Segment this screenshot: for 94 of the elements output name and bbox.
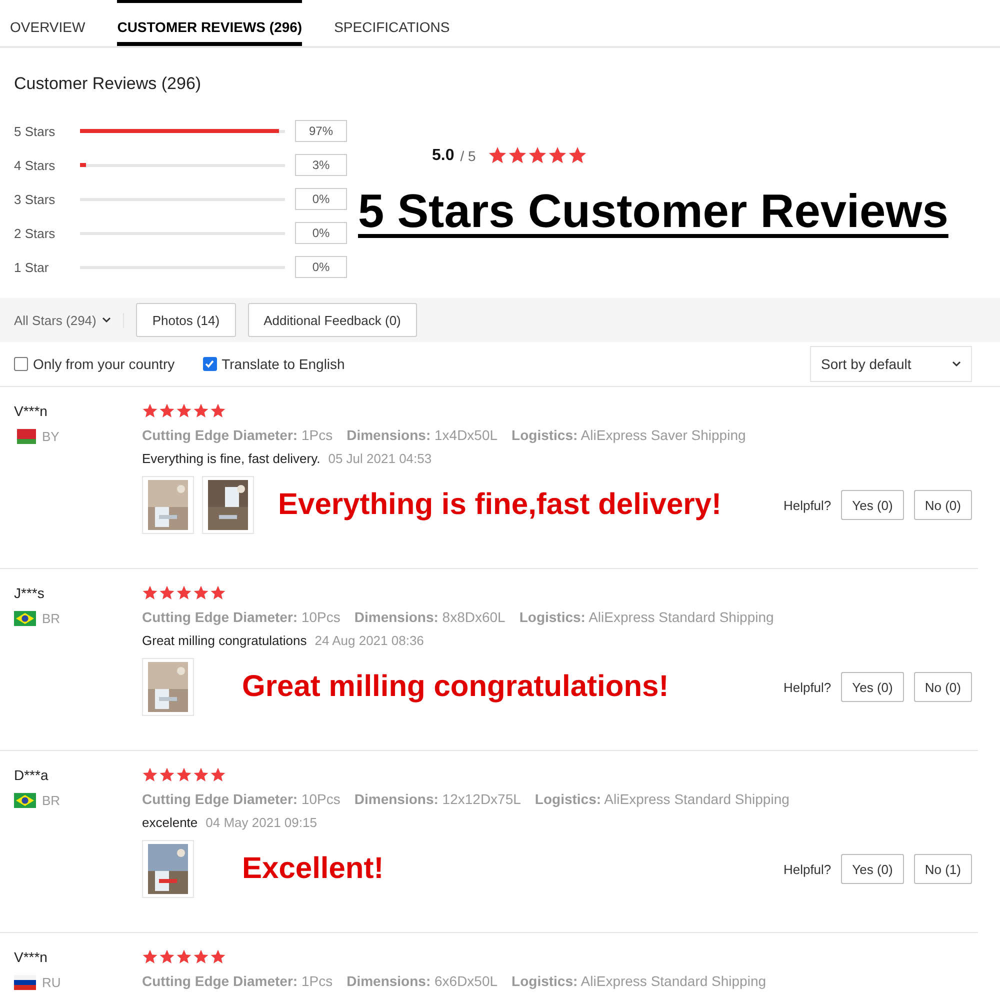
star-icon [142, 585, 158, 601]
star-icon [193, 585, 209, 601]
tab[interactable]: OVERVIEW [10, 0, 86, 46]
checkbox[interactable] [202, 357, 217, 371]
star-icon [159, 403, 175, 419]
overlay-caption: Great milling congratulations! [242, 670, 669, 704]
star-icon [508, 146, 527, 165]
product-attribute: Dimensions: 6x6Dx50L [346, 973, 498, 989]
filter-button[interactable]: Photos (14) [136, 303, 236, 337]
percent-value: 0% [295, 222, 347, 244]
star-icon [488, 146, 507, 165]
yes-button[interactable]: Yes (0) [841, 672, 904, 702]
yes-button[interactable]: Yes (0) [841, 854, 904, 884]
rating-label: 3 Stars [14, 192, 56, 206]
product-attribute: Logistics: AliExpress Saver Shipping [512, 427, 746, 443]
score-max: / 5 [460, 148, 476, 164]
review-date: 04 May 2021 09:15 [206, 815, 317, 830]
flag-icon [14, 793, 36, 808]
product-attribute: Cutting Edge Diameter: 1Pcs [142, 427, 333, 443]
rating-label: 1 Star [14, 260, 50, 274]
review-text: Great milling congratulations [142, 633, 307, 648]
star-icon [176, 949, 192, 965]
product-attribute: Dimensions: 1x4Dx50L [346, 427, 498, 443]
percent-value: 0% [295, 256, 347, 278]
no-button[interactable]: No (1) [914, 854, 972, 884]
product-attribute: Dimensions: 12x12Dx75L [354, 791, 521, 807]
product-attribute: Cutting Edge Diameter: 1Pcs [142, 973, 333, 989]
checkbox-label: Only from your country [33, 356, 175, 372]
percent-value: 3% [295, 154, 347, 176]
star-icon [210, 403, 226, 419]
star-icon [210, 767, 226, 783]
product-attribute: Logistics: AliExpress Standard Shipping [519, 609, 774, 625]
star-icon [142, 767, 158, 783]
star-icon [176, 767, 192, 783]
star-icon [210, 949, 226, 965]
reviewer-name: V***n [14, 949, 48, 965]
product-attribute: Logistics: AliExpress Standard Shipping [534, 791, 790, 807]
helpful-label: Helpful? [783, 498, 832, 512]
overlay-caption: Excellent! [242, 852, 384, 886]
product-attribute: Logistics: AliExpress Standard Shipping [512, 973, 766, 989]
no-button[interactable]: No (0) [914, 490, 972, 520]
rating-label: 5 Stars [14, 124, 56, 138]
rating-label: 2 Stars [14, 226, 56, 240]
star-icon [159, 585, 175, 601]
chevron-down-icon [102, 317, 112, 323]
star-icon [176, 585, 192, 601]
star-icon [210, 585, 226, 601]
flag-icon [14, 429, 36, 444]
yes-button[interactable]: Yes (0) [841, 490, 904, 520]
checkbox-label: Translate to English [222, 356, 345, 372]
flag-icon [14, 611, 36, 626]
checkbox[interactable] [14, 357, 28, 371]
tab[interactable]: CUSTOMER REVIEWS (296) [117, 0, 302, 46]
headline: 5 Stars Customer Reviews [358, 183, 948, 238]
chevron-down-icon [952, 361, 961, 367]
review-text: excelente [142, 815, 198, 830]
tab[interactable]: SPECIFICATIONS [334, 0, 450, 46]
helpful-label: Helpful? [783, 862, 832, 876]
average-score: 5.0 [432, 146, 454, 164]
star-icon [176, 403, 192, 419]
star-icon [159, 949, 175, 965]
country-code: BR [42, 611, 60, 626]
percent-value: 0% [295, 188, 347, 210]
reviewer-name: J***s [14, 585, 46, 601]
section-title: Customer Reviews (296) [14, 74, 202, 94]
percent-value: 97% [295, 120, 347, 142]
star-filter-dropdown[interactable]: All Stars (294) [14, 312, 124, 328]
country-code: RU [42, 975, 61, 990]
sort-dropdown[interactable]: Sort by default [810, 346, 972, 382]
country-code: BR [42, 793, 60, 808]
rating-label: 4 Stars [14, 158, 56, 172]
product-attribute: Dimensions: 8x8Dx60L [354, 609, 506, 625]
filter-button[interactable]: Additional Feedback (0) [248, 303, 417, 337]
star-icon [193, 403, 209, 419]
review-date: 05 Jul 2021 04:53 [328, 451, 432, 466]
star-icon [159, 767, 175, 783]
reviewer-name: D***a [14, 767, 50, 783]
country-code: BY [42, 429, 60, 444]
overlay-caption: Everything is fine,fast delivery! [278, 488, 722, 522]
star-icon [193, 949, 209, 965]
review-text: Everything is fine, fast delivery. [142, 451, 320, 466]
review-date: 24 Aug 2021 08:36 [314, 633, 424, 648]
star-icon [528, 146, 547, 165]
star-icon [193, 767, 209, 783]
product-attribute: Cutting Edge Diameter: 10Pcs [142, 791, 340, 807]
product-attribute: Cutting Edge Diameter: 10Pcs [142, 609, 340, 625]
helpful-label: Helpful? [783, 680, 832, 694]
reviewer-name: V***n [14, 403, 48, 419]
star-icon [548, 146, 567, 165]
star-icon [568, 146, 587, 165]
star-icon [142, 403, 158, 419]
no-button[interactable]: No (0) [914, 672, 972, 702]
star-icon [142, 949, 158, 965]
flag-icon [14, 975, 36, 990]
